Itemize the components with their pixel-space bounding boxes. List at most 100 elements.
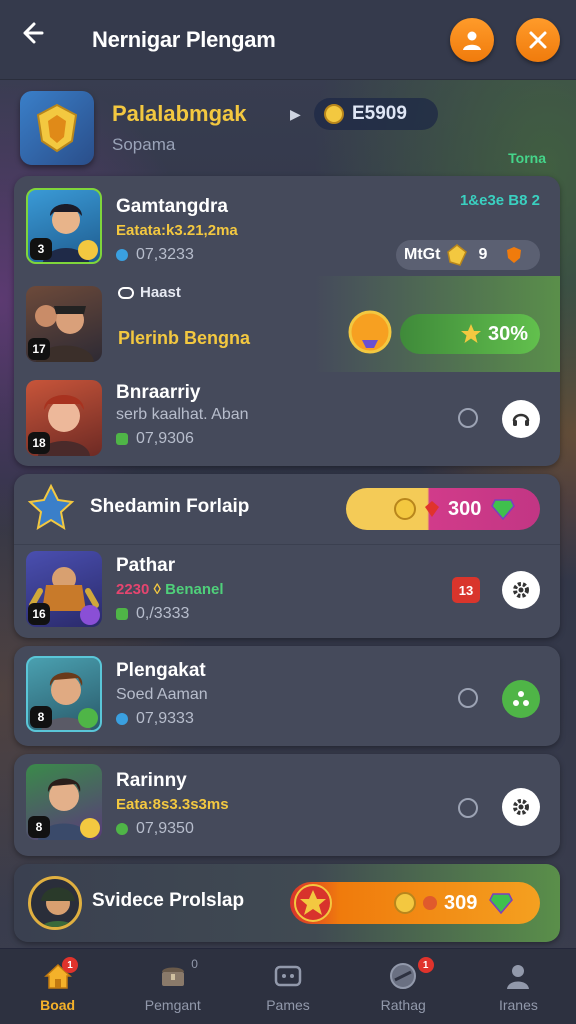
profile-button[interactable] <box>450 17 494 62</box>
headset-icon <box>512 413 530 426</box>
reward-value: 300 <box>448 497 482 520</box>
player-meta: 07,3233 <box>116 246 194 264</box>
section-title: Svidece Prolslap <box>92 890 245 911</box>
coin-balance[interactable]: E5909 <box>314 98 438 130</box>
notification-badge: 1 <box>62 957 78 973</box>
avatar: 8 <box>26 656 102 732</box>
row-label: Plerinb Bengna <box>118 328 251 348</box>
tab-label: Rathag <box>380 997 426 1013</box>
avatar: 8 <box>26 764 102 840</box>
player-card[interactable]: 8 Plengakat Soed Aaman 07,9333 <box>14 646 560 746</box>
list-item[interactable]: 3 Gamtangdra Eatata:k3.21,2ma 07,3233 1&… <box>14 176 560 276</box>
tab-counter: 0 <box>191 957 198 971</box>
emblem-icon <box>78 708 98 728</box>
avatar: 3 <box>26 188 102 264</box>
event-card: Shedamin Forlaip 300 16 Pathar 2230 ◊ Be… <box>14 474 560 638</box>
settings-button[interactable] <box>502 571 540 609</box>
event-card[interactable]: Svidece Prolslap 309 <box>14 864 560 942</box>
select-radio[interactable] <box>458 408 478 428</box>
percent-pill[interactable]: 30% <box>400 314 540 354</box>
gem-icon <box>116 713 128 725</box>
reward-value: 309 <box>444 891 478 914</box>
select-radio[interactable] <box>458 798 478 818</box>
right-stat: 1&e3e B8 2 <box>459 192 540 209</box>
green-gem-icon <box>489 893 514 914</box>
gem-icon <box>116 433 128 445</box>
player-name: Plengakat <box>116 660 206 681</box>
globe-icon <box>386 959 420 993</box>
player-card[interactable]: 8 Rarinny Eata:8s3.3s3ms 07,9350 <box>14 754 560 856</box>
banner-title: Palalabmgak <box>112 101 247 126</box>
gamepad-icon <box>271 959 305 993</box>
tag-icon <box>118 286 134 299</box>
star-icon <box>294 884 332 922</box>
banner-right-label: Torna <box>508 150 546 166</box>
gem-icon <box>116 608 128 620</box>
reward-pill[interactable]: 300 <box>346 488 540 530</box>
tab-home[interactable]: 1 Boad <box>0 949 115 1024</box>
mod-pill[interactable]: MtGt 9 <box>396 240 540 270</box>
settings-button[interactable] <box>502 788 540 826</box>
group-button[interactable] <box>502 680 540 718</box>
select-radio[interactable] <box>458 688 478 708</box>
gem-icon <box>116 249 128 261</box>
percent-value: 30% <box>487 322 528 345</box>
green-gem-icon <box>491 499 516 520</box>
list-item[interactable]: 16 Pathar 2230 ◊ Benanel 0,/3333 13 <box>14 544 560 638</box>
coin-icon <box>394 498 416 520</box>
level-badge: 8 <box>28 816 50 838</box>
status-tag: 13 <box>452 577 480 603</box>
player-stat: serb kaalhat. Aban <box>116 406 249 423</box>
tab-label: Iranes <box>498 997 538 1013</box>
crossed-swords-icon <box>529 31 547 48</box>
ruby-icon <box>423 896 437 910</box>
tab-iranes[interactable]: Iranes <box>461 949 576 1024</box>
top-header: Nernigar Plengam <box>0 0 576 80</box>
gear-icon <box>513 582 529 598</box>
back-arrow-icon[interactable] <box>16 18 60 62</box>
level-badge: 16 <box>28 603 50 625</box>
player-stat: 2230 ◊ Benanel <box>116 581 224 598</box>
player-name: Bnraarriy <box>116 382 201 403</box>
ruby-icon <box>425 501 439 517</box>
section-title: Shedamin Forlaip <box>90 496 250 517</box>
player-name: Rarinny <box>116 770 187 791</box>
battle-button[interactable] <box>516 17 560 62</box>
reward-pill[interactable]: 309 <box>290 882 540 924</box>
headset-button[interactable] <box>502 400 540 438</box>
bottom-tab-bar: 1 Boad 0 Pemgant Pames 1 Rathag Iranes <box>0 948 576 1024</box>
event-emblem-icon <box>26 482 76 537</box>
tab-label: Boad <box>40 997 76 1013</box>
star-icon <box>460 324 481 343</box>
level-badge: 17 <box>28 338 50 360</box>
mod-label: MtGt <box>404 246 441 263</box>
group-icon <box>513 691 529 706</box>
gold-crystal-icon <box>447 244 468 266</box>
level-badge: 3 <box>30 238 52 260</box>
player-stat: Eata:8s3.3s3ms <box>116 796 229 813</box>
chest-icon <box>156 959 190 993</box>
tab-label: Pames <box>266 997 310 1013</box>
avatar: 17 <box>26 286 102 362</box>
player-stat: Soed Aaman <box>116 686 208 703</box>
list-item[interactable]: 17 Haast Plerinb Bengna 30% <box>14 276 560 372</box>
avatar: 16 <box>26 551 102 627</box>
tab-pemgant[interactable]: 0 Pemgant <box>115 949 230 1024</box>
player-name: Pathar <box>116 555 176 576</box>
rank-badge-icon <box>20 91 94 165</box>
player-meta: 07,9306 <box>116 430 194 448</box>
list-item[interactable]: 18 Bnraarriy serb kaalhat. Aban 07,9306 <box>14 372 560 466</box>
coin-value: E5909 <box>352 103 407 124</box>
player-stat: Eatata:k3.21,2ma <box>116 222 238 239</box>
banner-subtitle: Sopama <box>112 135 176 154</box>
player-banner[interactable]: Palalabmgak Sopama ▶ E5909 Torna <box>20 84 560 172</box>
tab-rathag[interactable]: 1 Rathag <box>346 949 461 1024</box>
gear-icon <box>513 799 529 815</box>
notification-badge: 1 <box>417 957 434 973</box>
gem-icon <box>116 823 128 835</box>
tab-label: Pemgant <box>144 997 201 1013</box>
emblem-icon <box>80 818 100 838</box>
tab-pames[interactable]: Pames <box>230 949 345 1024</box>
emblem-icon <box>80 605 100 625</box>
mod-value: 9 <box>478 246 488 263</box>
